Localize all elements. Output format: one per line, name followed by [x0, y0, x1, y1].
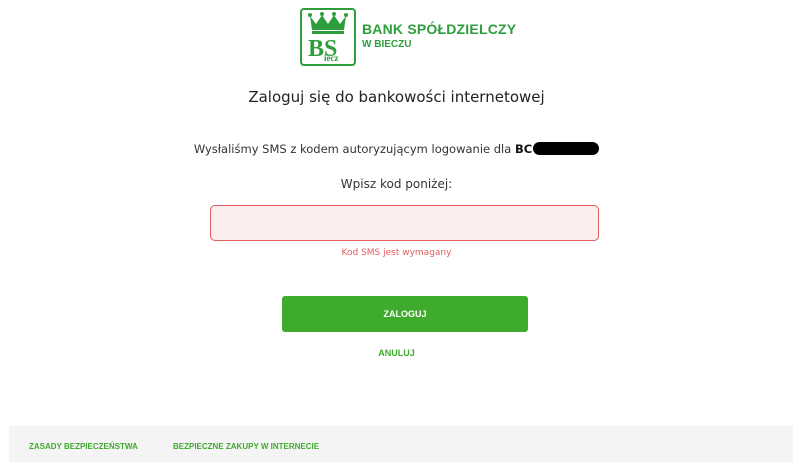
login-page: BS iecz BANK SPÓŁDZIELCZY W BIECZU Zalog…	[0, 0, 793, 462]
login-button[interactable]: ZALOGUJ	[282, 296, 528, 332]
footer-link-safe-shopping[interactable]: BEZPIECZNE ZAKUPY W INTERNECIE	[173, 442, 319, 451]
page-title: Zaloguj się do bankowości internetowej	[248, 88, 545, 106]
login-id-prefix: BC	[514, 142, 533, 156]
bank-logo: BS iecz BANK SPÓŁDZIELCZY W BIECZU	[300, 8, 516, 66]
redacted-login-id	[533, 142, 600, 155]
footer-link-security-rules[interactable]: ZASADY BEZPIECZEŃSTWA	[29, 442, 138, 451]
bank-logo-emblem: BS iecz	[300, 8, 356, 66]
sms-code-error: Kod SMS jest wymagany	[341, 248, 452, 258]
sms-code-input[interactable]	[210, 205, 599, 241]
sms-info-text: Wysłaliśmy SMS z kodem autoryzującym log…	[193, 142, 515, 156]
footer: ZASADY BEZPIECZEŃSTWA BEZPIECZNE ZAKUPY …	[9, 426, 793, 462]
cancel-link[interactable]: ANULUJ	[0, 348, 793, 358]
bank-name: BANK SPÓŁDZIELCZY W BIECZU	[362, 20, 517, 51]
bank-name-line1: BANK SPÓŁDZIELCZY	[362, 20, 517, 37]
bank-name-line2: W BIECZU	[362, 39, 412, 51]
logo-monogram-sub: iecz	[324, 53, 338, 63]
crown-icon: BS iecz	[308, 12, 348, 63]
enter-code-label: Wpisz kod poniżej:	[340, 177, 453, 191]
sms-info-message: Wysłaliśmy SMS z kodem autoryzującym log…	[0, 142, 793, 156]
